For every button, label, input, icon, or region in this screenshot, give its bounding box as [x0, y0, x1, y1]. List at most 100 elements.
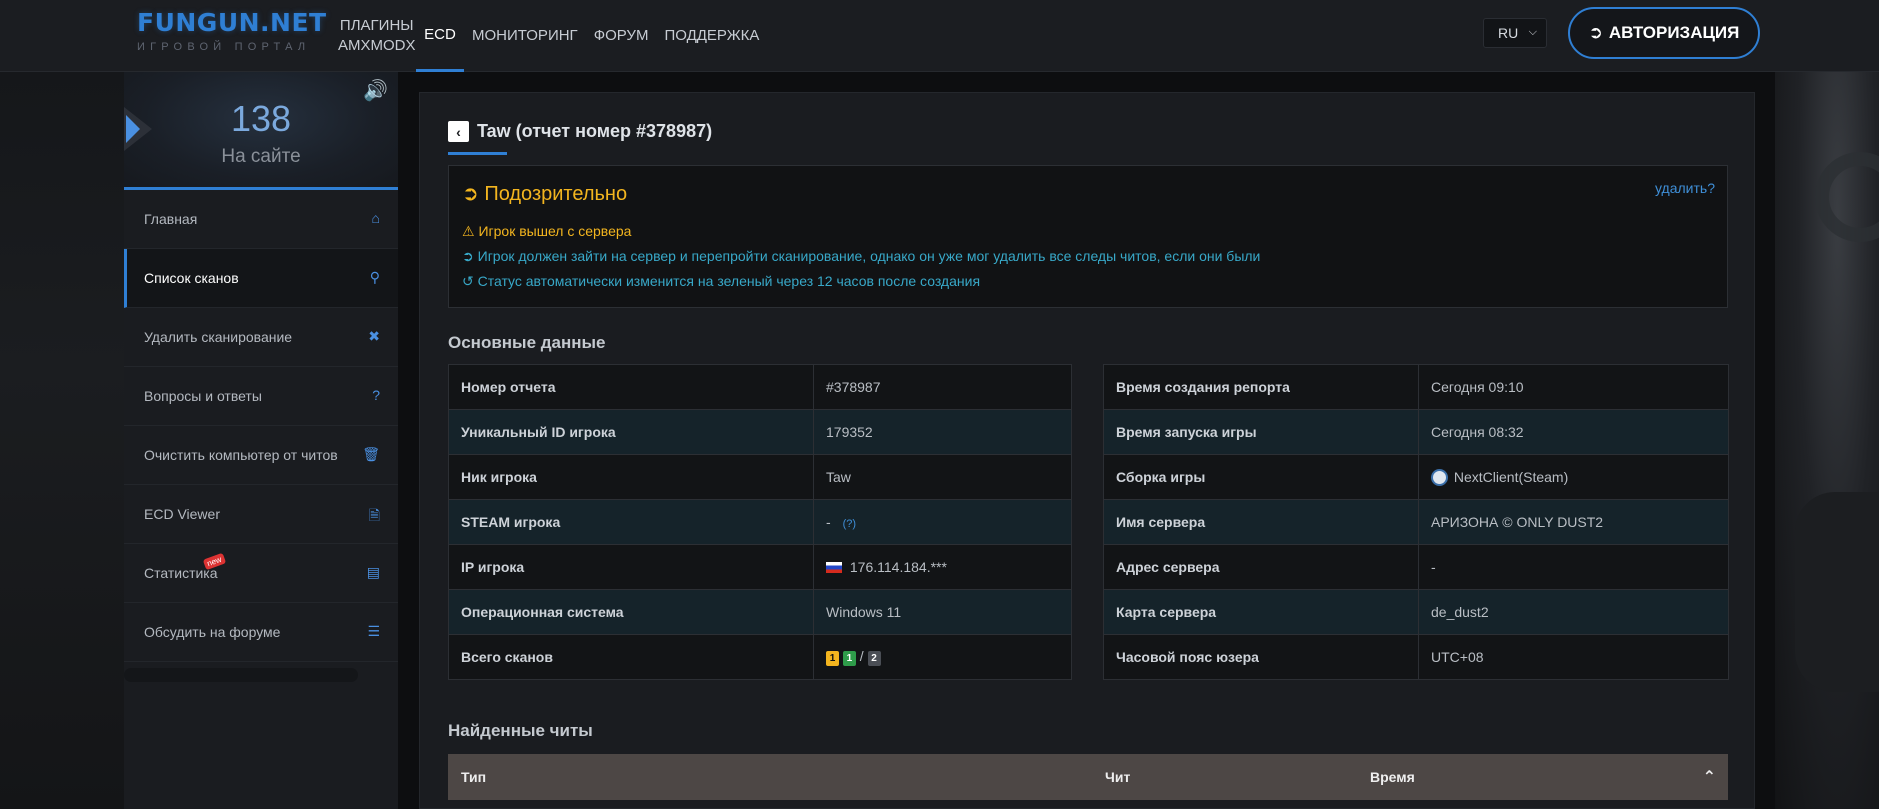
sidebar-item-label: Обсудить на форуме	[144, 624, 281, 640]
alert-title: ➲ Подозрительно	[462, 181, 627, 206]
main-nav: ПЛАГИНЫ AMXMODX ECD МОНИТОРИНГ ФОРУМ ПОД…	[330, 0, 767, 72]
sidebar-item-label: Удалить сканирование	[144, 329, 293, 345]
sidebar-item-label: Очистить компьютер от читов	[144, 447, 338, 463]
nextclient-icon	[1431, 468, 1448, 486]
alert-line: ➲ Игрок должен зайти на сервер и перепро…	[462, 248, 1260, 265]
main-data-table-left: Номер отчета #378987 Уникальный ID игрок…	[448, 364, 1072, 680]
online-widget: 138 На сайте 🔊	[124, 72, 398, 190]
sidebar-item-scans[interactable]: Список сканов ⚲	[124, 249, 398, 308]
online-label: На сайте	[221, 146, 301, 167]
alert-text: Игрок вышел с сервера	[478, 223, 632, 239]
nav-plugins[interactable]: ПЛАГИНЫ AMXMODX	[330, 0, 416, 72]
search-icon: ⚲	[369, 269, 380, 285]
site-logo[interactable]: FUNGUN.NET ИГРОВОЙ ПОРТАЛ	[137, 8, 327, 53]
table-row: Ник игрока Taw	[448, 454, 1072, 500]
sidebar-item-clean[interactable]: Очистить компьютер от читов 🗑	[124, 426, 398, 485]
title-underline	[448, 152, 507, 155]
alert-text: Статус автоматически изменится на зелены…	[477, 273, 981, 289]
steam-value: -	[826, 514, 831, 530]
table-key: Уникальный ID игрока	[448, 409, 814, 455]
background-decor	[1795, 492, 1879, 692]
alert-text: Игрок должен зайти на сервер и перепройт…	[477, 248, 1261, 264]
sidebar-item-label: Список сканов	[144, 270, 239, 286]
sidebar-item-stats[interactable]: Статистика new ▤	[124, 544, 398, 603]
alert-title-text: Подозрительно	[484, 183, 628, 205]
alert-line: ⚠ Игрок вышел с сервера	[462, 223, 631, 240]
sidebar-item-delete-scan[interactable]: Удалить сканирование ✖	[124, 308, 398, 367]
table-row: STEAM игрока - (?)	[448, 499, 1072, 545]
russia-flag-icon	[826, 562, 842, 573]
sign-in-icon: ➲	[462, 248, 474, 264]
table-row: Операционная система Windows 11	[448, 589, 1072, 635]
volume-icon[interactable]: 🔊	[363, 78, 388, 103]
table-key: Карта сервера	[1103, 589, 1419, 635]
sidebar-item-label: ECD Viewer	[144, 506, 220, 522]
table-key: Сборка игры	[1103, 454, 1419, 500]
chevron-down-icon: ⌵	[1528, 26, 1537, 38]
table-key: Время запуска игры	[1103, 409, 1419, 455]
background-left	[0, 72, 124, 809]
table-value: -	[1418, 544, 1729, 590]
sign-in-icon: ➲	[1588, 23, 1603, 42]
table-row: Всего сканов 1 1 / 2	[448, 634, 1072, 680]
sidebar-scrollbar[interactable]	[124, 668, 358, 682]
steam-help-link[interactable]: (?)	[843, 518, 856, 530]
nav-monitoring[interactable]: МОНИТОРИНГ	[464, 0, 586, 72]
table-row: Адрес сервера -	[1103, 544, 1729, 590]
column-header-time[interactable]: Время	[1370, 769, 1415, 785]
table-key: Имя сервера	[1103, 499, 1419, 545]
table-value: 176.114.184.***	[813, 544, 1072, 590]
scan-count-badge: 1	[842, 651, 856, 666]
nav-forum[interactable]: ФОРУМ	[586, 0, 657, 72]
column-header-type[interactable]: Тип	[461, 769, 486, 785]
language-select[interactable]: RU ⌵	[1483, 18, 1547, 48]
online-count: 138	[230, 98, 292, 139]
column-header-cheat[interactable]: Чит	[1105, 769, 1130, 785]
table-key: Операционная система	[448, 589, 814, 635]
background-decor	[1815, 152, 1879, 242]
sidebar-item-home[interactable]: Главная ⌂	[124, 190, 398, 249]
section-title-main-data: Основные данные	[448, 333, 606, 352]
table-row: Часовой пояс юзера UTC+08	[1103, 634, 1729, 680]
ip-value: 176.114.184.***	[849, 559, 947, 575]
sidebar-item-forum[interactable]: Обсудить на форуме ☰	[124, 603, 398, 662]
table-key: Адрес сервера	[1103, 544, 1419, 590]
table-value: Сегодня 08:32	[1418, 409, 1729, 455]
sidebar-item-ecd-viewer[interactable]: ECD Viewer 🗎	[124, 485, 398, 544]
login-label: АВТОРИЗАЦИЯ	[1608, 23, 1740, 42]
background-right	[1775, 72, 1879, 809]
table-row: IP игрока 176.114.184.***	[448, 544, 1072, 590]
table-value: UTC+08	[1418, 634, 1729, 680]
home-icon: ⌂	[371, 210, 380, 226]
nav-ecd[interactable]: ECD	[416, 0, 464, 72]
table-value: Сегодня 09:10	[1418, 364, 1729, 410]
table-key: Часовой пояс юзера	[1103, 634, 1419, 680]
alert-line: ↺ Статус автоматически изменится на зеле…	[462, 273, 980, 290]
chart-icon: ▤	[366, 564, 380, 580]
nav-support[interactable]: ПОДДЕРЖКА	[656, 0, 767, 72]
scan-separator: /	[859, 648, 864, 664]
table-key: Время создания репорта	[1103, 364, 1419, 410]
main-data-table-right: Время создания репорта Сегодня 09:10 Вре…	[1103, 364, 1729, 680]
sidebar-item-faq[interactable]: Вопросы и ответы ?	[124, 367, 398, 426]
chevron-up-icon[interactable]: ⌃	[1703, 767, 1716, 787]
file-icon: 🗎	[368, 507, 380, 523]
list-icon: ☰	[367, 623, 380, 639]
sign-out-icon: ➲	[462, 183, 479, 205]
language-value: RU	[1498, 25, 1519, 41]
table-row: Время запуска игры Сегодня 08:32	[1103, 409, 1729, 455]
table-value: 179352	[813, 409, 1072, 455]
table-row: Карта сервера de_dust2	[1103, 589, 1729, 635]
table-key: Ник игрока	[448, 454, 814, 500]
back-button[interactable]: ‹	[448, 121, 469, 142]
table-value: de_dust2	[1418, 589, 1729, 635]
logo-subtitle: ИГРОВОЙ ПОРТАЛ	[137, 41, 311, 53]
table-key: IP игрока	[448, 544, 814, 590]
table-value: Windows 11	[813, 589, 1072, 635]
table-row: Уникальный ID игрока 179352	[448, 409, 1072, 455]
table-value: NextClient(Steam)	[1418, 454, 1729, 500]
table-value: 1 1 / 2	[813, 634, 1072, 680]
table-key: Номер отчета	[448, 364, 814, 410]
delete-link[interactable]: удалить?	[1655, 180, 1715, 196]
login-button[interactable]: ➲ АВТОРИЗАЦИЯ	[1568, 7, 1760, 59]
